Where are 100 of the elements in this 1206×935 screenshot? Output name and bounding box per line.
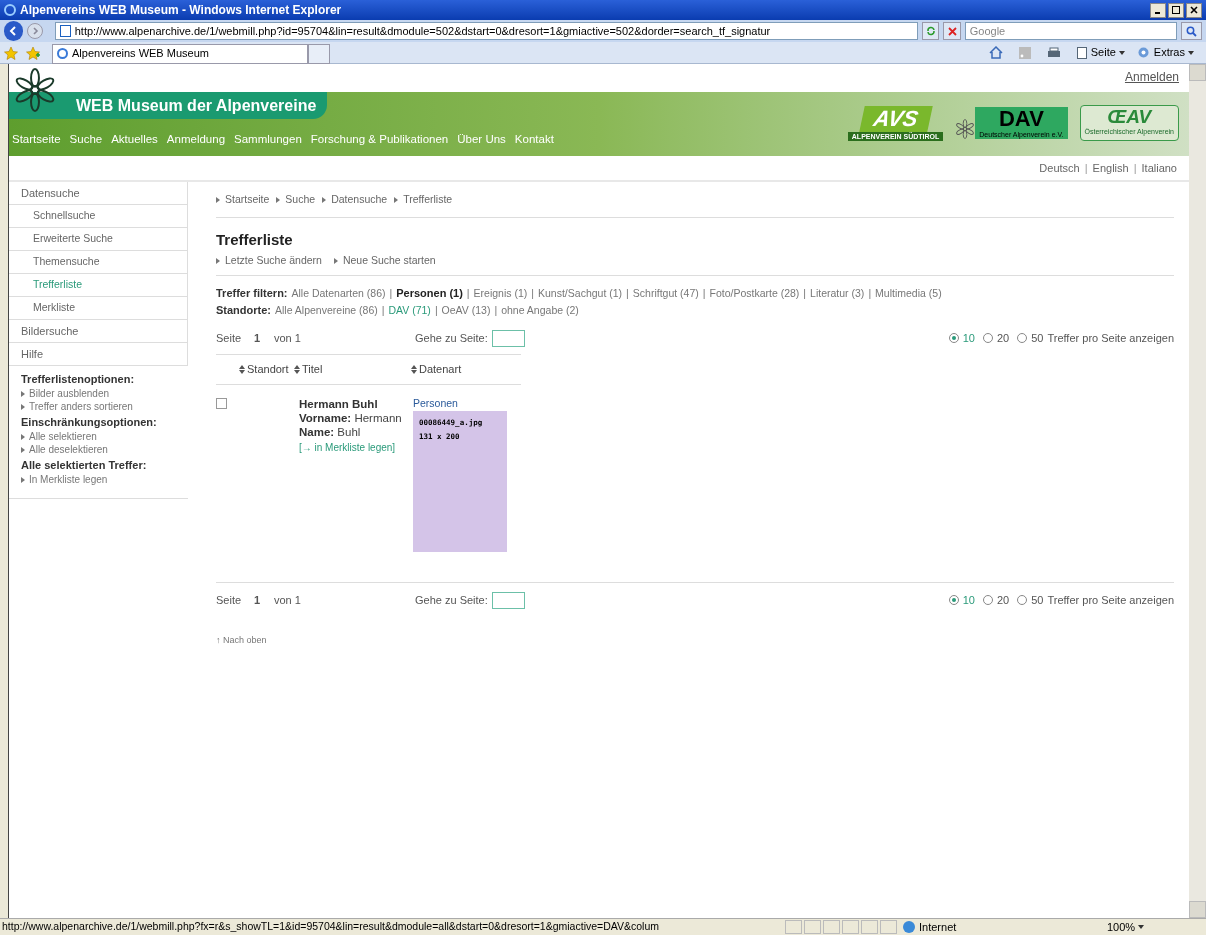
language-link[interactable]: English xyxy=(1092,159,1129,177)
search-field[interactable]: Google xyxy=(964,22,1177,40)
filter-link[interactable]: OeAV (13) xyxy=(441,302,491,319)
language-link[interactable]: Italiano xyxy=(1141,159,1177,177)
sidebar-subitem[interactable]: Trefferliste xyxy=(9,274,187,297)
add-favorite-icon[interactable] xyxy=(26,45,40,60)
column-header[interactable]: Datenart xyxy=(419,361,462,378)
close-button[interactable] xyxy=(1186,2,1202,18)
search-button[interactable] xyxy=(1180,22,1202,40)
filter-link[interactable]: Kunst/Sachgut (1) xyxy=(538,285,623,302)
sidebar-link[interactable]: Treffer anders sortieren xyxy=(29,399,133,414)
filter-link[interactable]: Personen (1) xyxy=(396,285,463,302)
maximize-icon xyxy=(1172,6,1180,14)
login-link[interactable]: Anmelden xyxy=(1124,68,1179,86)
sidebar-link[interactable]: Alle selektieren xyxy=(29,429,97,444)
radio-button[interactable] xyxy=(1017,595,1028,605)
stop-button[interactable] xyxy=(943,22,961,40)
page-label: Seite xyxy=(216,330,243,346)
filter-link[interactable]: Multimedia (5) xyxy=(875,285,942,302)
language-link[interactable]: Deutsch xyxy=(1039,159,1080,177)
bullet-icon xyxy=(333,257,338,264)
filter-link[interactable]: Schriftgut (47) xyxy=(632,285,699,302)
forward-button[interactable] xyxy=(27,23,43,39)
toolbar-button[interactable]: Seite xyxy=(1090,44,1125,61)
row-checkbox[interactable] xyxy=(216,398,227,409)
maximize-button[interactable] xyxy=(1168,2,1184,18)
sort-icon[interactable] xyxy=(411,365,417,374)
sort-icon[interactable] xyxy=(239,365,245,374)
nav-link[interactable]: Aktuelles xyxy=(111,131,158,149)
ie-icon xyxy=(4,4,16,16)
breadcrumb-link[interactable]: Trefferliste xyxy=(403,191,453,208)
breadcrumb-link[interactable]: Startseite xyxy=(225,191,270,208)
logo-mark: ŒAV xyxy=(1107,106,1152,127)
type-link[interactable]: Personen xyxy=(413,397,507,410)
sidebar-subitem[interactable]: Erweiterte Suche xyxy=(9,228,187,251)
goto-page-field[interactable] xyxy=(491,329,525,347)
filter-link[interactable]: Foto/Postkarte (28) xyxy=(709,285,800,302)
filter-link[interactable]: Ereignis (1) xyxy=(473,285,528,302)
radio-label: 10 xyxy=(962,330,975,346)
filter-label: Treffer filtern: xyxy=(216,286,288,302)
ie-icon xyxy=(57,48,68,59)
back-to-top-link[interactable]: ↑ Nach oben xyxy=(216,634,1174,648)
radio-button[interactable] xyxy=(982,333,993,343)
zoom-button[interactable]: 100% xyxy=(1099,918,1153,935)
nav-link[interactable]: Suche xyxy=(69,131,103,149)
sidebar-item[interactable]: Bildersuche xyxy=(9,320,187,343)
refresh-button[interactable] xyxy=(921,22,940,40)
goto-page-field[interactable] xyxy=(491,591,525,609)
sidebar-subitem[interactable]: Themensuche xyxy=(9,251,187,274)
sidebar-item[interactable]: Datensuche xyxy=(9,182,187,205)
address-field[interactable]: http://www.alpenarchive.de/1/webmill.php?id=95704&lin=result&dmodule=502&dstart=0&dresort=1&gmiactive=502&dorder=search_tf_signatur xyxy=(54,22,918,40)
radio-label: 50 xyxy=(1031,592,1044,608)
sidebar-link[interactable]: Bilder ausblenden xyxy=(29,386,110,401)
action-link[interactable]: Letzte Suche ändern xyxy=(225,252,322,269)
radio-label: 10 xyxy=(962,592,975,608)
page-label: Seite xyxy=(216,592,243,608)
column-header[interactable]: Titel xyxy=(302,361,323,378)
separator: | xyxy=(434,302,438,318)
back-button[interactable] xyxy=(4,21,24,41)
bookmark-link[interactable]: [→ in Merkliste legen] xyxy=(299,442,396,453)
breadcrumb-link[interactable]: Suche xyxy=(285,191,316,208)
close-icon xyxy=(1190,6,1198,14)
new-tab-button[interactable] xyxy=(308,43,330,64)
bullet-icon xyxy=(21,476,25,483)
sidebar-link[interactable]: In Merkliste legen xyxy=(29,472,108,487)
bullet-icon xyxy=(21,433,25,440)
nav-link[interactable]: Startseite xyxy=(12,131,61,149)
site-title: WEB Museum der Alpenvereine xyxy=(76,95,317,116)
toolbar-button[interactable]: Extras xyxy=(1153,44,1194,61)
per-page-label: Treffer pro Seite anzeigen xyxy=(1047,592,1174,608)
browser-tab[interactable]: Alpenvereins WEB Museum xyxy=(52,43,308,64)
home-icon[interactable] xyxy=(988,46,1003,59)
radio-button[interactable] xyxy=(948,595,959,605)
sidebar-item[interactable]: Hilfe xyxy=(9,343,187,366)
bullet-icon xyxy=(216,257,220,264)
result-field: Name: Buhl xyxy=(299,425,413,439)
minimize-button[interactable] xyxy=(1150,2,1166,18)
filter-link[interactable]: Literatur (3) xyxy=(810,285,865,302)
edelweiss-icon xyxy=(955,119,976,139)
column-header[interactable]: Standort xyxy=(247,361,289,378)
sidebar-subitem[interactable]: Schnellsuche xyxy=(9,205,187,228)
sidebar-subitem[interactable]: Merkliste xyxy=(9,297,187,320)
filter-link[interactable]: Alle Alpenvereine (86) xyxy=(275,302,378,319)
radio-button[interactable] xyxy=(1017,333,1028,343)
filter-link[interactable]: Alle Datenarten (86) xyxy=(291,285,386,302)
bullet-icon xyxy=(394,196,399,203)
filter-link[interactable]: DAV (71) xyxy=(388,302,431,319)
sort-icon[interactable] xyxy=(294,365,300,374)
breadcrumb-link[interactable]: Datensuche xyxy=(331,191,388,208)
filter-link[interactable]: ohne Angabe (2) xyxy=(501,302,579,319)
logo-mark: DAV xyxy=(999,108,1044,130)
page-number: 1 xyxy=(254,330,262,346)
action-link[interactable]: Neue Suche starten xyxy=(342,252,436,269)
radio-button[interactable] xyxy=(948,333,959,343)
radio-button[interactable] xyxy=(982,595,993,605)
page-count: von 1 xyxy=(274,592,302,608)
sidebar-link[interactable]: Alle deselektieren xyxy=(29,442,108,457)
print-icon[interactable] xyxy=(1046,46,1061,59)
favorites-star-icon[interactable] xyxy=(4,45,18,60)
filter-label: Standorte: xyxy=(216,303,271,319)
